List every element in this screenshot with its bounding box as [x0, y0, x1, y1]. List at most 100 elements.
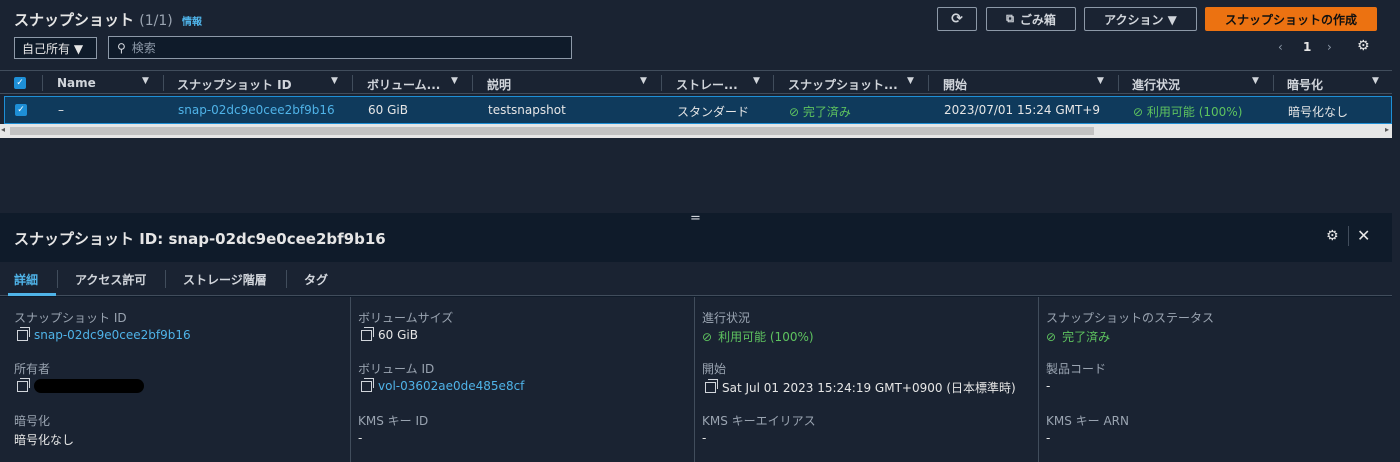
snapshot-status-text: 完了済み	[1062, 330, 1111, 344]
copy-icon[interactable]	[17, 326, 30, 341]
scroll-right-icon[interactable]: ▸	[1385, 125, 1389, 134]
kms-arn-value: -	[1046, 431, 1051, 445]
horizontal-scrollbar[interactable]: ◂ ▸	[0, 124, 1392, 138]
trash-label: ごみ箱	[1019, 12, 1056, 27]
table-header: ✓ Name ▼ スナップショット ID ▼ ボリューム... ▼ 説明 ▼ ス…	[0, 70, 1392, 94]
row-volume: 60 GiB	[368, 103, 408, 117]
page-number[interactable]: 1	[1303, 40, 1311, 54]
col-encryption[interactable]: 暗号化	[1287, 76, 1323, 93]
vertical-scrollbar[interactable]	[1392, 0, 1400, 462]
actions-label: アクション ▼	[1104, 12, 1177, 27]
detail-fields: スナップショット ID snap-02dc9e0cee2bf9b16 所有者 暗…	[0, 297, 1392, 462]
close-icon[interactable]: ✕	[1357, 226, 1370, 245]
row-encryption: 暗号化なし	[1288, 105, 1349, 119]
col-name[interactable]: Name	[57, 76, 96, 90]
row-progress-text: 利用可能 (100%)	[1146, 105, 1243, 119]
owner-filter-select[interactable]: 自己所有 ▼	[14, 37, 97, 59]
snapshot-id-value: snap-02dc9e0cee2bf9b16	[17, 326, 191, 342]
scroll-left-icon[interactable]: ◂	[1, 125, 5, 134]
detail-settings-gear-icon[interactable]: ⚙	[1326, 228, 1339, 244]
col-storage[interactable]: ストレー...	[676, 76, 738, 93]
volume-id-label: ボリューム ID	[358, 362, 435, 376]
volume-id-text[interactable]: vol-03602ae0de485e8cf	[378, 379, 524, 393]
owner-label: 所有者	[14, 362, 51, 376]
refresh-button[interactable]: ⟳	[937, 7, 977, 31]
check-circle-icon: ⊘	[1133, 105, 1144, 119]
search-input[interactable]: ⚲ 検索	[108, 36, 572, 59]
row-checkbox[interactable]: ✓	[15, 104, 27, 116]
volume-size-label: ボリュームサイズ	[358, 311, 454, 325]
product-code-label: 製品コード	[1046, 362, 1107, 376]
tab-storage-tier[interactable]: ストレージ階層	[183, 271, 267, 288]
kms-alias-label: KMS キーエイリアス	[702, 414, 816, 428]
snapshot-count: (1/1)	[139, 13, 173, 29]
row-progress: ⊘ 利用可能 (100%)	[1133, 103, 1242, 120]
started-value: Sat Jul 01 2023 15:24:19 GMT+0900 (日本標準時…	[705, 379, 1016, 396]
tab-permissions[interactable]: アクセス許可	[75, 271, 146, 288]
col-status[interactable]: スナップショット...	[788, 76, 898, 93]
row-name: –	[58, 103, 64, 117]
sort-icon[interactable]: ▼	[640, 76, 647, 86]
progress-label: 進行状況	[702, 311, 751, 325]
tab-details[interactable]: 詳細	[14, 271, 38, 288]
volume-size-text: 60 GiB	[378, 328, 418, 342]
volume-size-value: 60 GiB	[361, 326, 418, 342]
sort-icon[interactable]: ▼	[142, 76, 149, 86]
select-all-checkbox[interactable]: ✓	[14, 77, 26, 89]
started-text: Sat Jul 01 2023 15:24:19 GMT+0900 (日本標準時…	[722, 381, 1016, 395]
external-link-icon: ⧉	[1006, 12, 1014, 25]
sort-icon[interactable]: ▼	[331, 76, 338, 86]
copy-icon[interactable]	[361, 377, 374, 392]
owner-value	[17, 377, 144, 393]
row-description: testsnapshot	[488, 103, 566, 117]
kms-alias-value: -	[702, 431, 707, 445]
col-started[interactable]: 開始	[943, 76, 967, 93]
snapshot-status-value: ⊘ 完了済み	[1046, 328, 1110, 345]
snapshot-id-label: スナップショット ID	[14, 311, 127, 325]
copy-icon[interactable]	[17, 377, 30, 392]
prev-page-icon[interactable]: ‹	[1278, 40, 1283, 54]
snapshot-status-label: スナップショットのステータス	[1046, 311, 1215, 325]
check-circle-icon: ⊘	[789, 105, 800, 119]
create-snapshot-label: スナップショットの作成	[1224, 12, 1357, 27]
row-storage: スタンダード	[677, 105, 750, 119]
snapshot-id-text[interactable]: snap-02dc9e0cee2bf9b16	[34, 328, 191, 342]
search-placeholder: 検索	[131, 41, 156, 55]
actions-button[interactable]: アクション ▼	[1084, 7, 1197, 31]
trash-button[interactable]: ⧉ ごみ箱	[986, 7, 1076, 31]
col-volume[interactable]: ボリューム...	[367, 76, 440, 93]
row-status-text: 完了済み	[802, 105, 851, 119]
sort-icon[interactable]: ▼	[451, 76, 458, 86]
progress-text: 利用可能 (100%)	[718, 330, 814, 344]
detail-title: スナップショット ID: snap-02dc9e0cee2bf9b16	[14, 230, 386, 248]
row-started: 2023/07/01 15:24 GMT+9	[944, 103, 1101, 117]
encryption-value: 暗号化なし	[14, 433, 75, 447]
copy-icon[interactable]	[705, 379, 718, 393]
next-page-icon[interactable]: ›	[1327, 40, 1332, 54]
snapshot-list-panel: スナップショット (1/1) 情報 ⟳ ⧉ ごみ箱 アクション ▼ スナップショ…	[0, 0, 1400, 213]
col-description[interactable]: 説明	[487, 76, 511, 93]
kms-key-id-label: KMS キー ID	[358, 414, 429, 428]
sort-icon[interactable]: ▼	[907, 76, 914, 86]
sort-icon[interactable]: ▼	[753, 76, 760, 86]
sort-icon[interactable]: ▼	[1372, 76, 1379, 86]
resize-handle[interactable]: =	[690, 211, 701, 226]
copy-icon[interactable]	[361, 326, 374, 341]
col-snapshot-id[interactable]: スナップショット ID	[177, 76, 292, 93]
kms-key-id-value: -	[358, 431, 363, 445]
sort-icon[interactable]: ▼	[1097, 76, 1104, 86]
table-settings-gear-icon[interactable]: ⚙	[1357, 38, 1370, 54]
volume-id-value: vol-03602ae0de485e8cf	[361, 377, 524, 393]
sort-icon[interactable]: ▼	[1252, 76, 1259, 86]
check-circle-icon: ⊘	[702, 329, 713, 344]
col-progress[interactable]: 進行状況	[1132, 76, 1180, 93]
tab-tags[interactable]: タグ	[304, 271, 328, 288]
info-link[interactable]: 情報	[182, 17, 202, 28]
row-snapshot-id-link[interactable]: snap-02dc9e0cee2bf9b16	[178, 103, 335, 117]
table-row[interactable]: ✓ – snap-02dc9e0cee2bf9b16 60 GiB testsn…	[4, 96, 1392, 124]
create-snapshot-button[interactable]: スナップショットの作成	[1205, 7, 1377, 31]
kms-arn-label: KMS キー ARN	[1046, 414, 1129, 428]
owner-filter-value: 自己所有 ▼	[22, 41, 84, 56]
row-status: ⊘ 完了済み	[789, 103, 851, 120]
scrollbar-thumb[interactable]	[10, 127, 1094, 135]
